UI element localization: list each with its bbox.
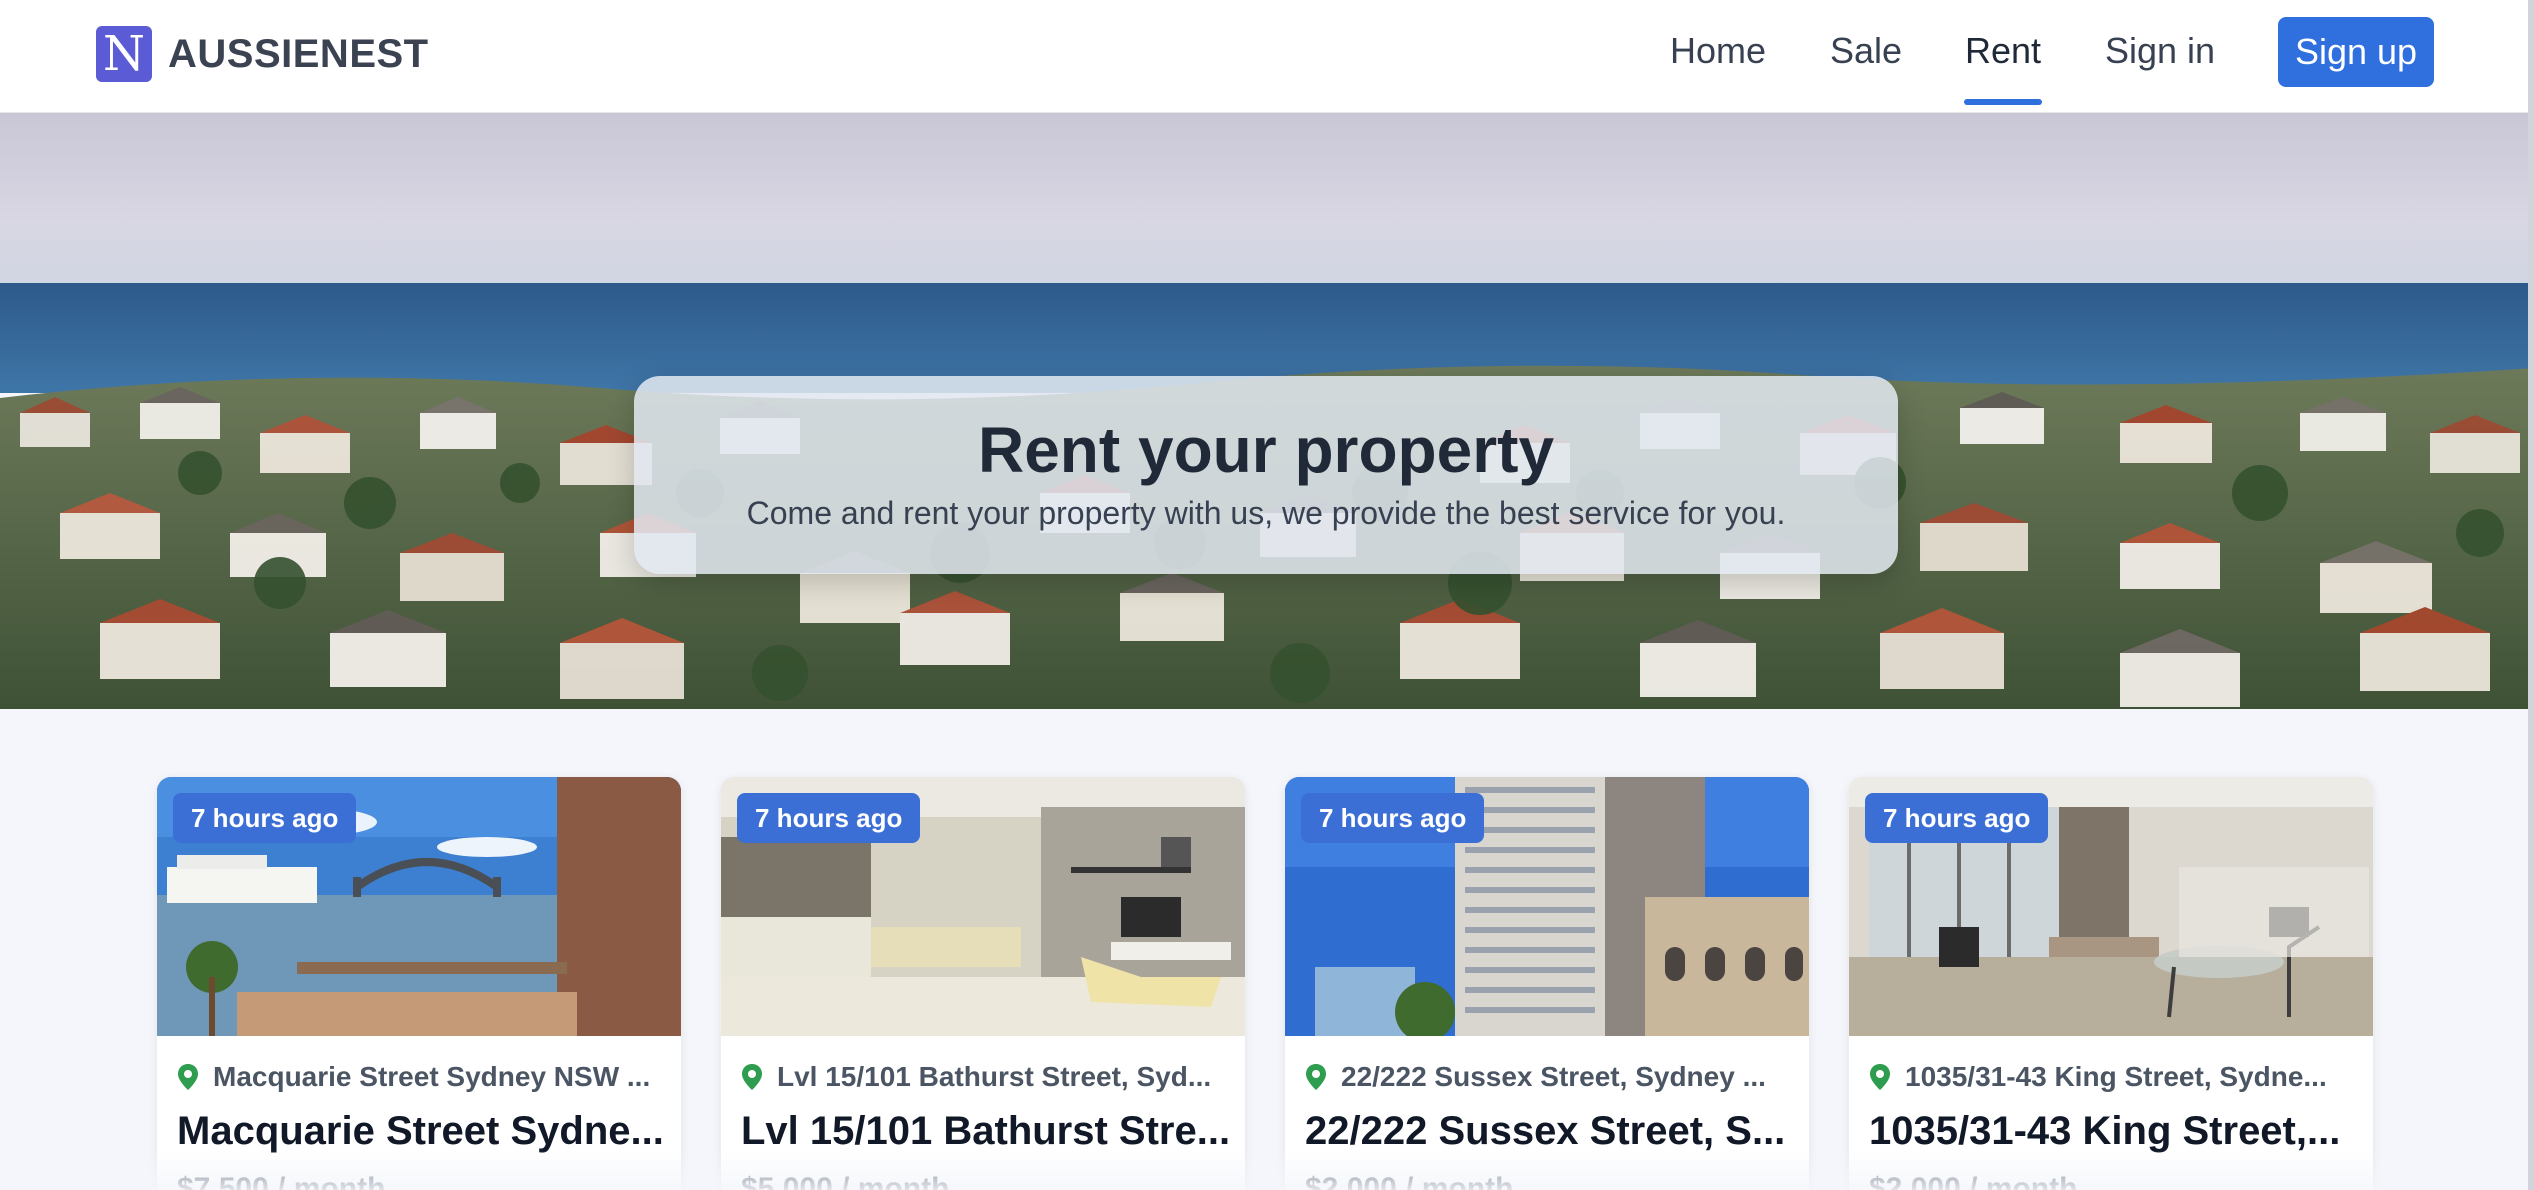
listing-location: Macquarie Street Sydney NSW ... <box>177 1059 667 1095</box>
time-badge: 7 hours ago <box>173 793 357 843</box>
listing-title[interactable]: Lvl 15/101 Bathurst Stre... <box>741 1103 1231 1159</box>
listing-location: Lvl 15/101 Bathurst Street, Syd... <box>741 1059 1231 1095</box>
listing-title[interactable]: 22/222 Sussex Street, S... <box>1305 1103 1795 1159</box>
listing-price: $5,000 / month <box>741 1172 950 1190</box>
hero-banner: Rent your property Come and rent your pr… <box>0 113 2534 709</box>
location-pin-icon <box>742 1064 762 1090</box>
listing-price: $2,000 / month <box>1869 1172 2078 1190</box>
listing-image[interactable]: 7 hours ago <box>1285 777 1809 1036</box>
hero-card: Rent your property Come and rent your pr… <box>634 376 1898 574</box>
listing-location: 1035/31-43 King Street, Sydne... <box>1869 1059 2359 1095</box>
time-badge: 7 hours ago <box>1865 793 2049 843</box>
sign-up-button[interactable]: Sign up <box>2278 17 2434 87</box>
listing-title[interactable]: 1035/31-43 King Street,... <box>1869 1103 2359 1159</box>
time-badge: 7 hours ago <box>1301 793 1485 843</box>
nav-sale[interactable]: Sale <box>1830 26 1902 76</box>
page: N AUSSIENEST Home Sale Rent Sign in Sign… <box>0 0 2534 1190</box>
listing-title[interactable]: Macquarie Street Sydne... <box>177 1103 667 1159</box>
navbar: N AUSSIENEST Home Sale Rent Sign in Sign… <box>0 0 2534 114</box>
listing-card[interactable]: 7 hours ago Macquarie Street Sydney NSW … <box>157 777 681 1190</box>
listing-card[interactable]: 7 hours ago Lvl 15/101 Bathurst Street, … <box>721 777 1245 1190</box>
listing-location-text: Lvl 15/101 Bathurst Street, Syd... <box>777 1061 1212 1092</box>
location-pin-icon <box>178 1064 198 1090</box>
nav-rent[interactable]: Rent <box>1964 26 2042 76</box>
listing-image[interactable]: 7 hours ago <box>1849 777 2373 1036</box>
hero-subtitle: Come and rent your property with us, we … <box>746 495 1786 531</box>
brand[interactable]: N AUSSIENEST <box>96 26 429 82</box>
listing-price: $7,500 / month <box>177 1172 386 1190</box>
listing-location-text: 22/222 Sussex Street, Sydney ... <box>1341 1061 1766 1092</box>
listing-image[interactable]: 7 hours ago <box>721 777 1245 1036</box>
listing-card[interactable]: 7 hours ago 1035/31-43 King Street, Sydn… <box>1849 777 2373 1190</box>
location-pin-icon <box>1870 1064 1890 1090</box>
hero-title: Rent your property <box>977 414 1555 486</box>
listing-location: 22/222 Sussex Street, Sydney ... <box>1305 1059 1795 1095</box>
listing-location-text: 1035/31-43 King Street, Sydne... <box>1905 1061 2327 1092</box>
nav-sign-in[interactable]: Sign in <box>2104 26 2216 76</box>
logo-icon: N <box>96 26 152 82</box>
location-pin-icon <box>1306 1064 1326 1090</box>
brand-name: AUSSIENEST <box>168 31 429 76</box>
nav-home[interactable]: Home <box>1668 26 1768 76</box>
listing-card[interactable]: 7 hours ago 22/222 Sussex Street, Sydney… <box>1285 777 1809 1190</box>
nav-active-indicator <box>1964 99 2042 105</box>
listing-image[interactable]: 7 hours ago <box>157 777 681 1036</box>
listing-price: $2,000 / month <box>1305 1172 1514 1190</box>
scrollbar[interactable] <box>2528 0 2534 1190</box>
time-badge: 7 hours ago <box>737 793 921 843</box>
listing-location-text: Macquarie Street Sydney NSW ... <box>213 1061 651 1092</box>
